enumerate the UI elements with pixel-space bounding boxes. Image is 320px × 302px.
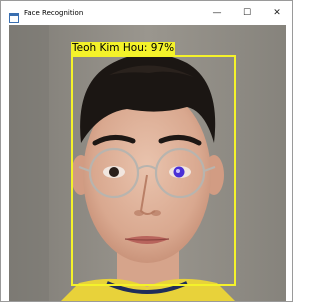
camera-feed: Teoh Kim Hou: 97% bbox=[9, 25, 286, 301]
face-recognition-label: Teoh Kim Hou: 97% bbox=[71, 42, 176, 55]
window-title: Face Recognition bbox=[24, 9, 84, 17]
minimize-button[interactable]: — bbox=[202, 1, 232, 25]
title-bar[interactable]: Face Recognition — ☐ ✕ bbox=[1, 1, 292, 25]
close-button[interactable]: ✕ bbox=[262, 1, 292, 25]
minimize-icon: — bbox=[212, 8, 222, 18]
app-window-icon bbox=[9, 8, 19, 23]
maximize-icon: ☐ bbox=[242, 8, 252, 18]
window-controls: — ☐ ✕ bbox=[202, 1, 292, 25]
face-bounding-box bbox=[71, 55, 236, 286]
face-recognition-window: Face Recognition — ☐ ✕ Teoh Kim Hou: 97% bbox=[0, 0, 293, 302]
maximize-button[interactable]: ☐ bbox=[232, 1, 262, 25]
close-icon: ✕ bbox=[273, 8, 281, 18]
